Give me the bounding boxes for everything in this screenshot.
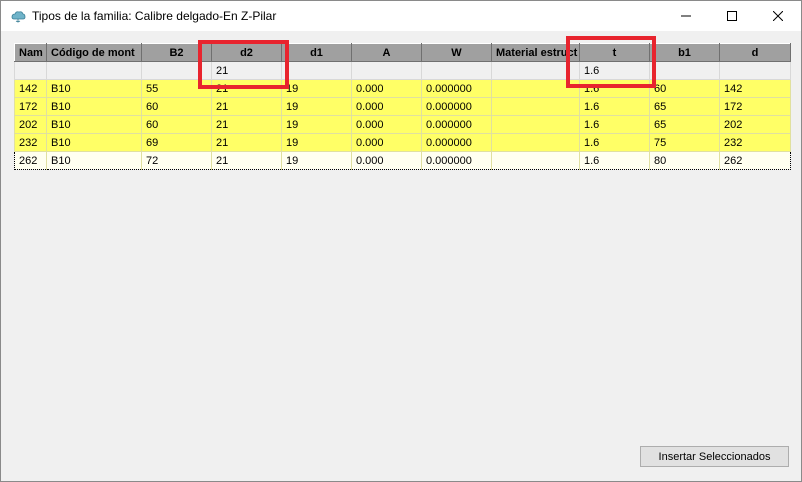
filter-cell[interactable]	[649, 61, 720, 80]
table-cell	[491, 133, 580, 152]
filter-cell[interactable]	[281, 61, 352, 80]
table-cell: 1.6	[579, 97, 650, 116]
close-icon	[773, 11, 783, 21]
table-cell: 232	[719, 133, 791, 152]
column-header-nam[interactable]: Nam	[14, 43, 47, 62]
table-cell: 262	[719, 151, 791, 170]
table-cell: 65	[649, 97, 720, 116]
table-cell: 202	[719, 115, 791, 134]
title-bar[interactable]: Tipos de la familia: Calibre delgado-En …	[1, 1, 801, 31]
table-cell: 0.000	[351, 133, 422, 152]
table-cell: 0.000000	[421, 133, 492, 152]
filter-cell[interactable]	[719, 61, 791, 80]
table-row[interactable]: 172 B10 60 21 19 0.000 0.000000 1.6 65 1…	[14, 97, 791, 116]
table-cell: 1.6	[579, 133, 650, 152]
table-cell: 60	[141, 97, 212, 116]
column-header-d1[interactable]: d1	[281, 43, 352, 62]
filter-row: 21 1.6	[14, 61, 791, 80]
maximize-icon	[727, 11, 737, 21]
table-cell: 172	[719, 97, 791, 116]
table-cell: 0.000000	[421, 151, 492, 170]
column-header-w[interactable]: W	[421, 43, 492, 62]
table-cell: 21	[211, 97, 282, 116]
filter-cell[interactable]	[46, 61, 142, 80]
column-header-codigo[interactable]: Código de mont	[46, 43, 142, 62]
table-cell: 0.000	[351, 79, 422, 98]
column-header-d[interactable]: d	[719, 43, 791, 62]
table-cell: 21	[211, 133, 282, 152]
table-cell: 60	[141, 115, 212, 134]
filter-cell[interactable]	[14, 61, 47, 80]
header-row: Nam Código de mont B2 d2 d1 A W Material…	[14, 43, 791, 62]
minimize-icon	[681, 15, 691, 17]
table-cell: 60	[649, 79, 720, 98]
table-cell: 19	[281, 79, 352, 98]
table-cell: B10	[46, 151, 142, 170]
table-cell: 0.000	[351, 151, 422, 170]
close-button[interactable]	[755, 1, 801, 31]
maximize-button[interactable]	[709, 1, 755, 31]
insert-selected-button[interactable]: Insertar Seleccionados	[640, 446, 789, 467]
table-cell: 0.000000	[421, 115, 492, 134]
table-cell: 69	[141, 133, 212, 152]
table-cell: 0.000000	[421, 79, 492, 98]
minimize-button[interactable]	[663, 1, 709, 31]
table-cell	[491, 115, 580, 134]
table-cell	[491, 97, 580, 116]
table-row-selected[interactable]: 262 B10 72 21 19 0.000 0.000000 1.6 80 2…	[14, 151, 791, 170]
table-cell: 0.000	[351, 97, 422, 116]
table-cell: B10	[46, 97, 142, 116]
table-cell: 65	[649, 115, 720, 134]
family-types-window: Tipos de la familia: Calibre delgado-En …	[0, 0, 802, 482]
cloud-icon	[11, 11, 26, 23]
table-cell: 21	[211, 115, 282, 134]
window-title: Tipos de la familia: Calibre delgado-En …	[32, 9, 277, 23]
table-row[interactable]: 142 B10 55 21 19 0.000 0.000000 1.6 60 1…	[14, 79, 791, 98]
table-cell: 262	[14, 151, 47, 170]
table-cell: B10	[46, 79, 142, 98]
table-cell: 1.6	[579, 115, 650, 134]
table-row[interactable]: 202 B10 60 21 19 0.000 0.000000 1.6 65 2…	[14, 115, 791, 134]
filter-cell[interactable]	[421, 61, 492, 80]
table-cell: 1.6	[579, 151, 650, 170]
table-cell: 75	[649, 133, 720, 152]
table-row[interactable]: 232 B10 69 21 19 0.000 0.000000 1.6 75 2…	[14, 133, 791, 152]
column-header-a[interactable]: A	[351, 43, 422, 62]
highlight-box-d2	[198, 40, 289, 89]
table-cell: 142	[14, 79, 47, 98]
table-cell	[491, 151, 580, 170]
table-cell: 232	[14, 133, 47, 152]
table-cell: B10	[46, 133, 142, 152]
table-cell: 202	[14, 115, 47, 134]
table-cell: B10	[46, 115, 142, 134]
column-header-b1[interactable]: b1	[649, 43, 720, 62]
table-cell: 21	[211, 151, 282, 170]
table-cell: 0.000000	[421, 97, 492, 116]
types-table: Nam Código de mont B2 d2 d1 A W Material…	[14, 43, 791, 170]
table-cell: 172	[14, 97, 47, 116]
highlight-box-t	[566, 36, 656, 88]
types-grid: Nam Código de mont B2 d2 d1 A W Material…	[14, 36, 791, 433]
table-cell: 142	[719, 79, 791, 98]
table-cell: 72	[141, 151, 212, 170]
table-cell: 80	[649, 151, 720, 170]
table-cell: 0.000	[351, 115, 422, 134]
filter-cell[interactable]	[351, 61, 422, 80]
table-cell: 19	[281, 97, 352, 116]
table-cell: 19	[281, 133, 352, 152]
table-cell: 19	[281, 115, 352, 134]
table-cell: 19	[281, 151, 352, 170]
